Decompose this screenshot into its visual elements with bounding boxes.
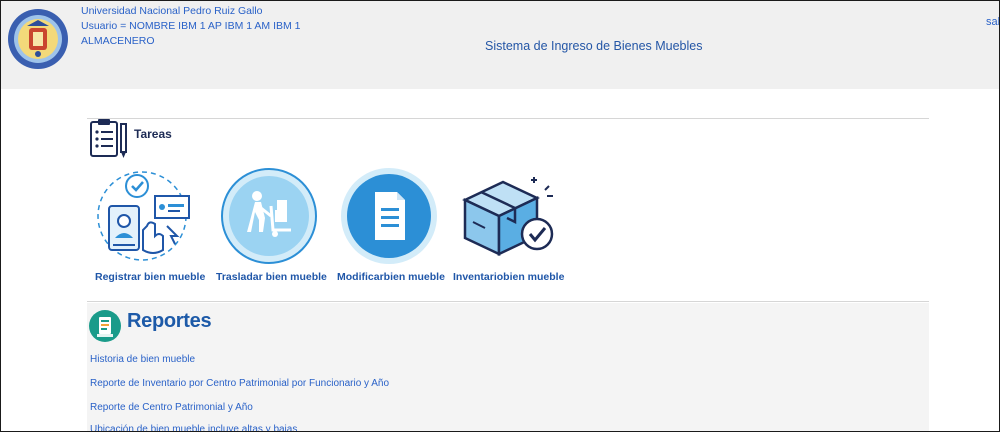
task-trasladar-label[interactable]: Trasladar bien mueble (216, 271, 327, 283)
task-trasladar[interactable] (219, 166, 319, 266)
university-seal-icon (8, 9, 68, 69)
hand-truck-icon (221, 168, 317, 264)
system-title: Sistema de Ingreso de Bienes Muebles (485, 39, 703, 53)
task-registrar-label[interactable]: Registrar bien mueble (95, 271, 205, 283)
task-registrar[interactable] (97, 166, 197, 266)
task-modificar-label[interactable]: Modificarbien mueble (337, 271, 445, 283)
report-link-inventario[interactable]: Reporte de Inventario por Centro Patrimo… (90, 378, 389, 389)
task-modificar[interactable] (339, 166, 439, 266)
divider-middle (87, 301, 929, 302)
report-link-historia[interactable]: Historia de bien mueble (90, 354, 195, 365)
logout-link[interactable]: sal (986, 16, 999, 28)
header-bar: Universidad Nacional Pedro Ruiz Gallo Us… (1, 1, 999, 89)
header-info: Universidad Nacional Pedro Ruiz Gallo Us… (81, 4, 301, 49)
task-inventario[interactable] (457, 166, 557, 266)
divider-top (87, 118, 929, 119)
university-name: Universidad Nacional Pedro Ruiz Gallo (81, 5, 263, 17)
report-link-ubicacion[interactable]: Ubicación de bien mueble incluye altas y… (90, 424, 297, 431)
register-user-icon (97, 171, 190, 261)
app-window: Universidad Nacional Pedro Ruiz Gallo Us… (0, 0, 1000, 432)
report-link-centro[interactable]: Reporte de Centro Patrimonial y Año (90, 402, 253, 413)
user-role: ALMACENERO (81, 35, 155, 47)
tareas-title: Tareas (134, 127, 172, 141)
box-check-icon (462, 177, 554, 256)
user-line: Usuario = NOMBRE IBM 1 AP IBM 1 AM IBM 1 (81, 20, 301, 32)
document-icon (341, 168, 437, 264)
checklist-icon (90, 119, 127, 158)
reportes-title: Reportes (127, 310, 212, 332)
task-inventario-label[interactable]: Inventariobien mueble (453, 271, 564, 283)
report-doc-icon (89, 310, 121, 342)
